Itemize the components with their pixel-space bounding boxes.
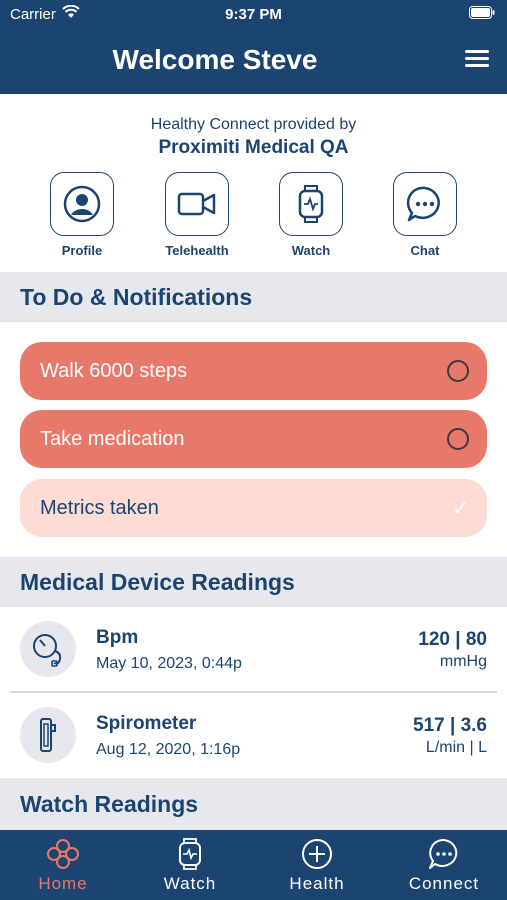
todo-item-walk[interactable]: Walk 6000 steps (20, 342, 487, 400)
reading-unit: mmHg (439, 653, 487, 670)
reading-name: Spirometer (96, 713, 197, 734)
reading-name: Bpm (96, 627, 139, 648)
spirometer-icon (20, 707, 76, 763)
chat-label: Chat (410, 243, 440, 258)
tab-home-label: Home (38, 874, 88, 893)
todo-item-label: Take medication (40, 427, 185, 450)
tab-home[interactable]: Home (0, 838, 126, 894)
tab-bar: Home Watch Health Connect (0, 830, 507, 900)
profile-icon (50, 172, 114, 236)
provider-caption: Healthy Connect provided by (150, 116, 357, 133)
plus-icon (302, 839, 332, 869)
hamburger-menu-icon[interactable] (465, 50, 489, 70)
status-time: 9:37 PM (225, 6, 282, 23)
status-bar: Carrier 9:37 PM (0, 0, 507, 30)
todo-item-label: Walk 6000 steps (40, 359, 188, 382)
unchecked-circle-icon[interactable] (447, 360, 469, 382)
app-header: Carrier 9:37 PM Welcome Steve (0, 0, 507, 94)
watch-label: Watch (291, 243, 331, 258)
todo-item-medication[interactable]: Take medication (20, 410, 487, 468)
todo-section-header: To Do & Notifications (0, 272, 507, 322)
reading-date: May 10, 2023, 0:44p (96, 655, 242, 672)
chat-icon (393, 172, 457, 236)
blood-pressure-icon (20, 621, 76, 677)
chat-icon (429, 838, 458, 869)
battery-icon (469, 6, 495, 23)
home-icon (47, 839, 79, 869)
page-title: Welcome Steve (112, 44, 318, 75)
reading-row-bpm[interactable]: Bpm May 10, 2023, 0:44p 120 | 80 mmHg (0, 607, 507, 691)
todo-item-label: Metrics taken (40, 496, 159, 519)
telehealth-button[interactable]: Telehealth (147, 172, 247, 258)
watch-icon (179, 838, 201, 870)
reading-row-spirometer[interactable]: Spirometer Aug 12, 2020, 1:16p 517 | 3.6… (0, 693, 507, 777)
profile-button[interactable]: Profile (32, 172, 132, 258)
watch-button[interactable]: Watch (261, 172, 361, 258)
telehealth-label: Telehealth (165, 243, 229, 258)
quick-actions: Profile Telehealth Watch Chat (0, 172, 507, 262)
chat-button[interactable]: Chat (375, 172, 475, 258)
tab-health[interactable]: Health (254, 838, 380, 894)
watch-readings-header: Watch Readings (0, 778, 507, 830)
reading-value: 517 | 3.6 (413, 715, 487, 736)
tab-connect-label: Connect (408, 874, 480, 893)
todo-item-metrics[interactable]: Metrics taken ✓ (20, 479, 487, 537)
reading-date: Aug 12, 2020, 1:16p (96, 741, 241, 758)
video-icon (165, 172, 229, 236)
tab-health-label: Health (289, 874, 345, 893)
profile-label: Profile (61, 243, 103, 258)
checkmark-icon: ✓ (452, 498, 469, 520)
medical-readings-header: Medical Device Readings (0, 557, 507, 607)
reading-value: 120 | 80 (418, 629, 487, 650)
tab-watch[interactable]: Watch (127, 838, 253, 894)
provider-info: Healthy Connect provided by Proximiti Me… (0, 116, 507, 159)
tab-watch-label: Watch (163, 874, 217, 893)
unchecked-circle-icon[interactable] (447, 428, 469, 450)
provider-name: Proximiti Medical QA (158, 137, 349, 158)
reading-unit: L/min | L (425, 739, 487, 756)
tab-connect[interactable]: Connect (381, 838, 507, 894)
watch-icon (279, 172, 343, 236)
